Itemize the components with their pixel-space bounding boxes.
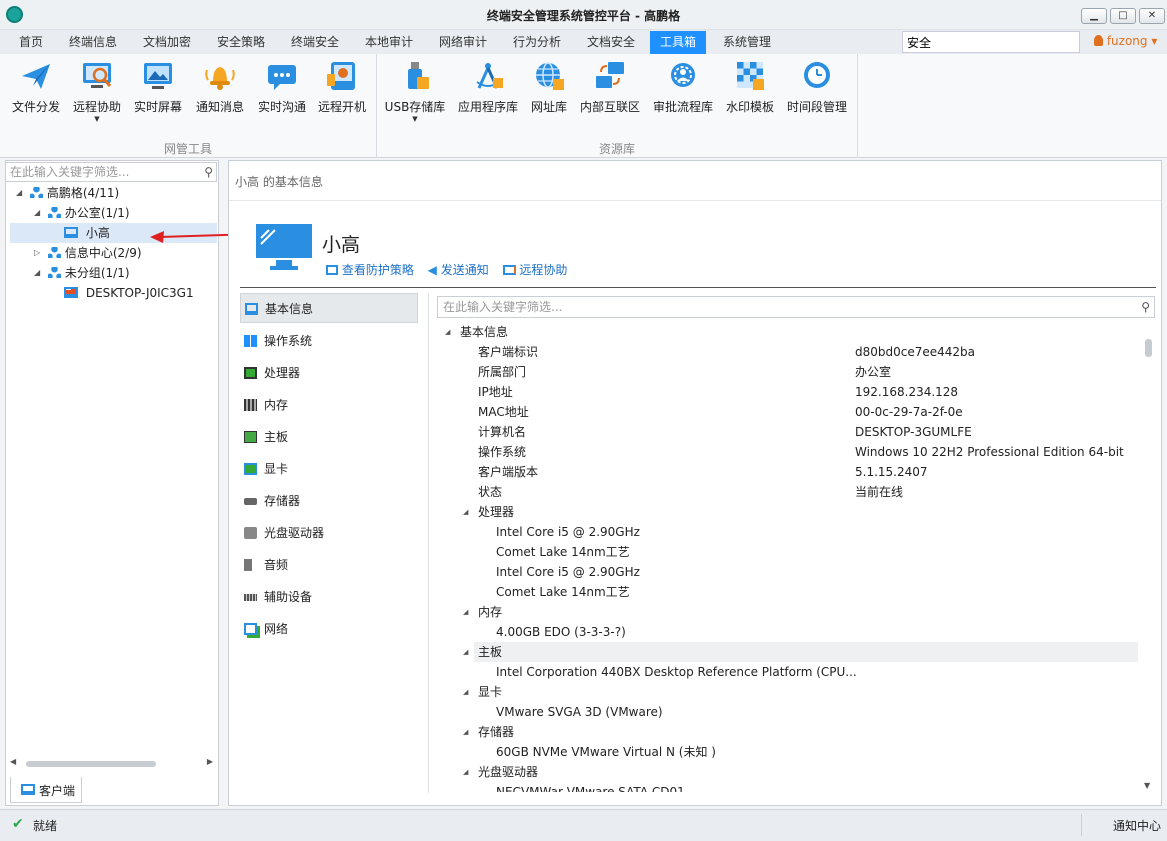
property-row: MAC地址 xyxy=(478,402,529,422)
section-title: 基本信息 xyxy=(460,325,509,339)
section-title: 主板 xyxy=(478,645,503,659)
status-bar: ✔ 就绪 通知中心 xyxy=(0,809,1167,841)
property-item: Intel Core i5 @ 2.90GHz xyxy=(496,522,640,542)
property-label: NECVMWar VMware SATA CD01 xyxy=(496,785,685,792)
section-basic-info[interactable]: ◢ 基本信息 xyxy=(445,322,509,342)
property-label: 客户端标识 xyxy=(478,345,539,359)
property-label: Intel Core i5 @ 2.90GHz xyxy=(496,565,640,579)
property-value: d80bd0ce7ee442ba xyxy=(855,345,976,359)
check-icon: ✔ xyxy=(12,816,24,832)
property-value: 办公室 xyxy=(855,365,892,379)
property-label: VMware SVGA 3D (VMware) xyxy=(496,705,663,719)
property-row: 客户端标识 xyxy=(478,342,538,362)
property-label: IP地址 xyxy=(478,385,513,399)
property-label: 客户端版本 xyxy=(478,465,539,479)
collapse-icon[interactable]: ◢ xyxy=(463,602,468,622)
collapse-icon[interactable]: ◢ xyxy=(463,502,468,522)
section-header[interactable]: ◢ 光盘驱动器 xyxy=(463,762,539,782)
section-header[interactable]: ◢ 显卡 xyxy=(463,682,503,702)
section-title: 存储器 xyxy=(478,725,515,739)
property-row: 操作系统 xyxy=(478,442,526,462)
section-header[interactable]: ◢ 内存 xyxy=(463,602,503,622)
section-title: 处理器 xyxy=(478,505,515,519)
section-header[interactable]: ◢ 主板 xyxy=(463,642,1138,662)
status-text: 就绪 xyxy=(33,819,58,833)
property-item: Intel Corporation 440BX Desktop Referenc… xyxy=(496,662,857,682)
collapse-icon[interactable]: ◢ xyxy=(463,762,468,782)
property-label: Comet Lake 14nm工艺 xyxy=(496,585,630,599)
property-value: 192.168.234.128 xyxy=(855,385,959,399)
scrollbar-thumb[interactable] xyxy=(1145,339,1152,357)
property-label: MAC地址 xyxy=(478,405,529,419)
property-item: NECVMWar VMware SATA CD01 xyxy=(496,782,685,792)
property-value: 5.1.15.2407 xyxy=(855,465,928,479)
section-title: 显卡 xyxy=(478,685,503,699)
section-title: 内存 xyxy=(478,605,503,619)
status-separator xyxy=(1081,814,1082,836)
property-label: 操作系统 xyxy=(478,445,527,459)
property-row: 客户端版本 xyxy=(478,462,538,482)
property-label: 计算机名 xyxy=(478,425,527,439)
property-row: 所属部门 xyxy=(478,362,526,382)
property-item: VMware SVGA 3D (VMware) xyxy=(496,702,663,722)
property-label: 60GB NVMe VMware Virtual N (未知 ) xyxy=(496,745,716,759)
property-label: 状态 xyxy=(478,485,503,499)
property-row: 状态 xyxy=(478,482,502,502)
property-item: Intel Core i5 @ 2.90GHz xyxy=(496,562,640,582)
property-item: Comet Lake 14nm工艺 xyxy=(496,542,630,562)
collapse-icon[interactable]: ◢ xyxy=(463,682,468,702)
collapse-icon[interactable]: ◢ xyxy=(463,642,468,662)
property-value: DESKTOP-3GUMLFE xyxy=(855,425,972,439)
property-item: 4.00GB EDO (3-3-3-?) xyxy=(496,622,626,642)
property-label: 4.00GB EDO (3-3-3-?) xyxy=(496,625,626,639)
property-item: Comet Lake 14nm工艺 xyxy=(496,582,630,602)
section-title: 光盘驱动器 xyxy=(478,765,539,779)
property-item: 60GB NVMe VMware Virtual N (未知 ) xyxy=(496,742,716,762)
property-tree: ◢ 基本信息客户端标识 d80bd0ce7ee442ba 所属部门 办公室 IP地址 192… xyxy=(0,0,1167,792)
collapse-icon[interactable]: ◢ xyxy=(463,722,468,742)
property-value: 00-0c-29-7a-2f-0e xyxy=(855,405,963,419)
property-value: Windows 10 22H2 Professional Edition 64-… xyxy=(855,445,1124,459)
collapse-icon[interactable]: ◢ xyxy=(445,322,450,342)
scroll-down-icon[interactable]: ▼ xyxy=(1144,781,1150,790)
section-header[interactable]: ◢ 处理器 xyxy=(463,502,515,522)
section-header[interactable]: ◢ 存储器 xyxy=(463,722,515,742)
property-value: 当前在线 xyxy=(855,485,904,499)
property-row: 计算机名 xyxy=(478,422,526,442)
property-label: 所属部门 xyxy=(478,365,527,379)
property-label: Intel Corporation 440BX Desktop Referenc… xyxy=(496,665,857,679)
property-label: Comet Lake 14nm工艺 xyxy=(496,545,630,559)
property-row: IP地址 xyxy=(478,382,513,402)
notify-center-button[interactable]: 通知中心 xyxy=(1113,817,1161,834)
property-label: Intel Core i5 @ 2.90GHz xyxy=(496,525,640,539)
detail-vertical-scrollbar[interactable]: ▼ xyxy=(1141,322,1156,792)
